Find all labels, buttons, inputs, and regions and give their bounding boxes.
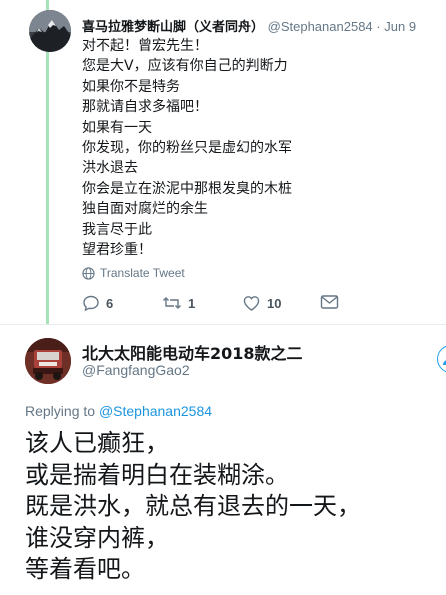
tweet-line: 独自面对腐烂的余生 <box>82 201 208 218</box>
avatar[interactable] <box>25 338 71 384</box>
reply-icon <box>83 295 99 312</box>
like-button[interactable]: 10 <box>242 294 281 312</box>
tweet-line: 望君珍重！ <box>82 242 152 259</box>
translate-label: Translate Tweet <box>100 266 185 280</box>
reply-count: 6 <box>106 295 114 311</box>
author-handle[interactable]: @Stephanan2584 <box>268 19 373 34</box>
reply-button[interactable]: 6 <box>82 294 113 312</box>
direct-message-button[interactable] <box>320 294 339 310</box>
tweet-line: 该人已癫狂， <box>25 429 169 457</box>
tweet-line: 谁没穿内裤， <box>25 523 169 552</box>
avatar[interactable] <box>29 10 71 52</box>
like-count: 10 <box>267 295 282 311</box>
main-tweet[interactable]: 北大太阳能电动车2018款之二 @FangfangGao2 Replying t… <box>0 325 446 595</box>
tweet-line: 既是洪水，就总有退去的一天， <box>25 492 361 520</box>
tweet-text: 对不起！曾宏先生！ 您是大V，应该有你自己的判断力 如果你不是特务 那就请自求多… <box>82 36 292 260</box>
tweet-line: 洪水退去 <box>82 160 138 177</box>
retweet-count: 1 <box>188 295 196 311</box>
tweet-line: 如果你不是特务 <box>82 78 180 95</box>
envelope-icon <box>320 295 339 309</box>
retweet-button[interactable]: 1 <box>162 294 195 312</box>
author-handle[interactable]: @FangfangGao2 <box>82 362 190 378</box>
tweet-line: 我言尽于此 <box>82 221 152 238</box>
separator: · <box>376 19 381 34</box>
follow-button[interactable] <box>437 345 446 373</box>
replying-handle-link[interactable]: @Stephanan2584 <box>99 403 212 419</box>
tweet-line: 你发现，你的粉丝只是虚幻的水军 <box>82 140 292 157</box>
author-name[interactable]: 喜马拉雅梦断山脚（义者同舟） <box>82 19 264 34</box>
tweet-line: 或是揣着明白在装糊涂。 <box>25 460 289 489</box>
tweet-line: 如果有一天 <box>82 119 152 136</box>
author-name[interactable]: 北大太阳能电动车2018款之二 <box>82 340 303 364</box>
tweet-line: 那就请自求多福吧！ <box>82 99 208 116</box>
globe-icon <box>82 266 95 280</box>
retweet-icon <box>163 297 181 309</box>
replying-prefix: Replying to <box>25 403 96 419</box>
replying-to: Replying to @Stephanan2584 <box>25 403 212 419</box>
reply-tweet[interactable]: 喜马拉雅梦断山脚（义者同舟） @Stephanan2584 · Jun 9 对不… <box>0 0 446 324</box>
tweet-line: 你会是立在淤泥中那根发臭的木桩 <box>82 180 292 197</box>
tweet-line: 等着看吧。 <box>25 555 145 583</box>
tweet-line: 您是大V，应该有你自己的判断力 <box>82 58 288 75</box>
tweet-actions: 6 1 10 <box>82 294 412 316</box>
tweet-text: 该人已癫狂， 或是揣着明白在装糊涂。 既是洪水，就总有退去的一天， 谁没穿内裤，… <box>25 428 361 586</box>
heart-icon <box>243 296 260 311</box>
translate-tweet-link[interactable]: Translate Tweet <box>82 266 185 280</box>
tweet-date[interactable]: Jun 9 <box>384 19 416 34</box>
tweet-header: 喜马拉雅梦断山脚（义者同舟） @Stephanan2584 · Jun 9 <box>82 16 416 35</box>
tweet-line: 对不起！曾宏先生！ <box>82 38 208 54</box>
